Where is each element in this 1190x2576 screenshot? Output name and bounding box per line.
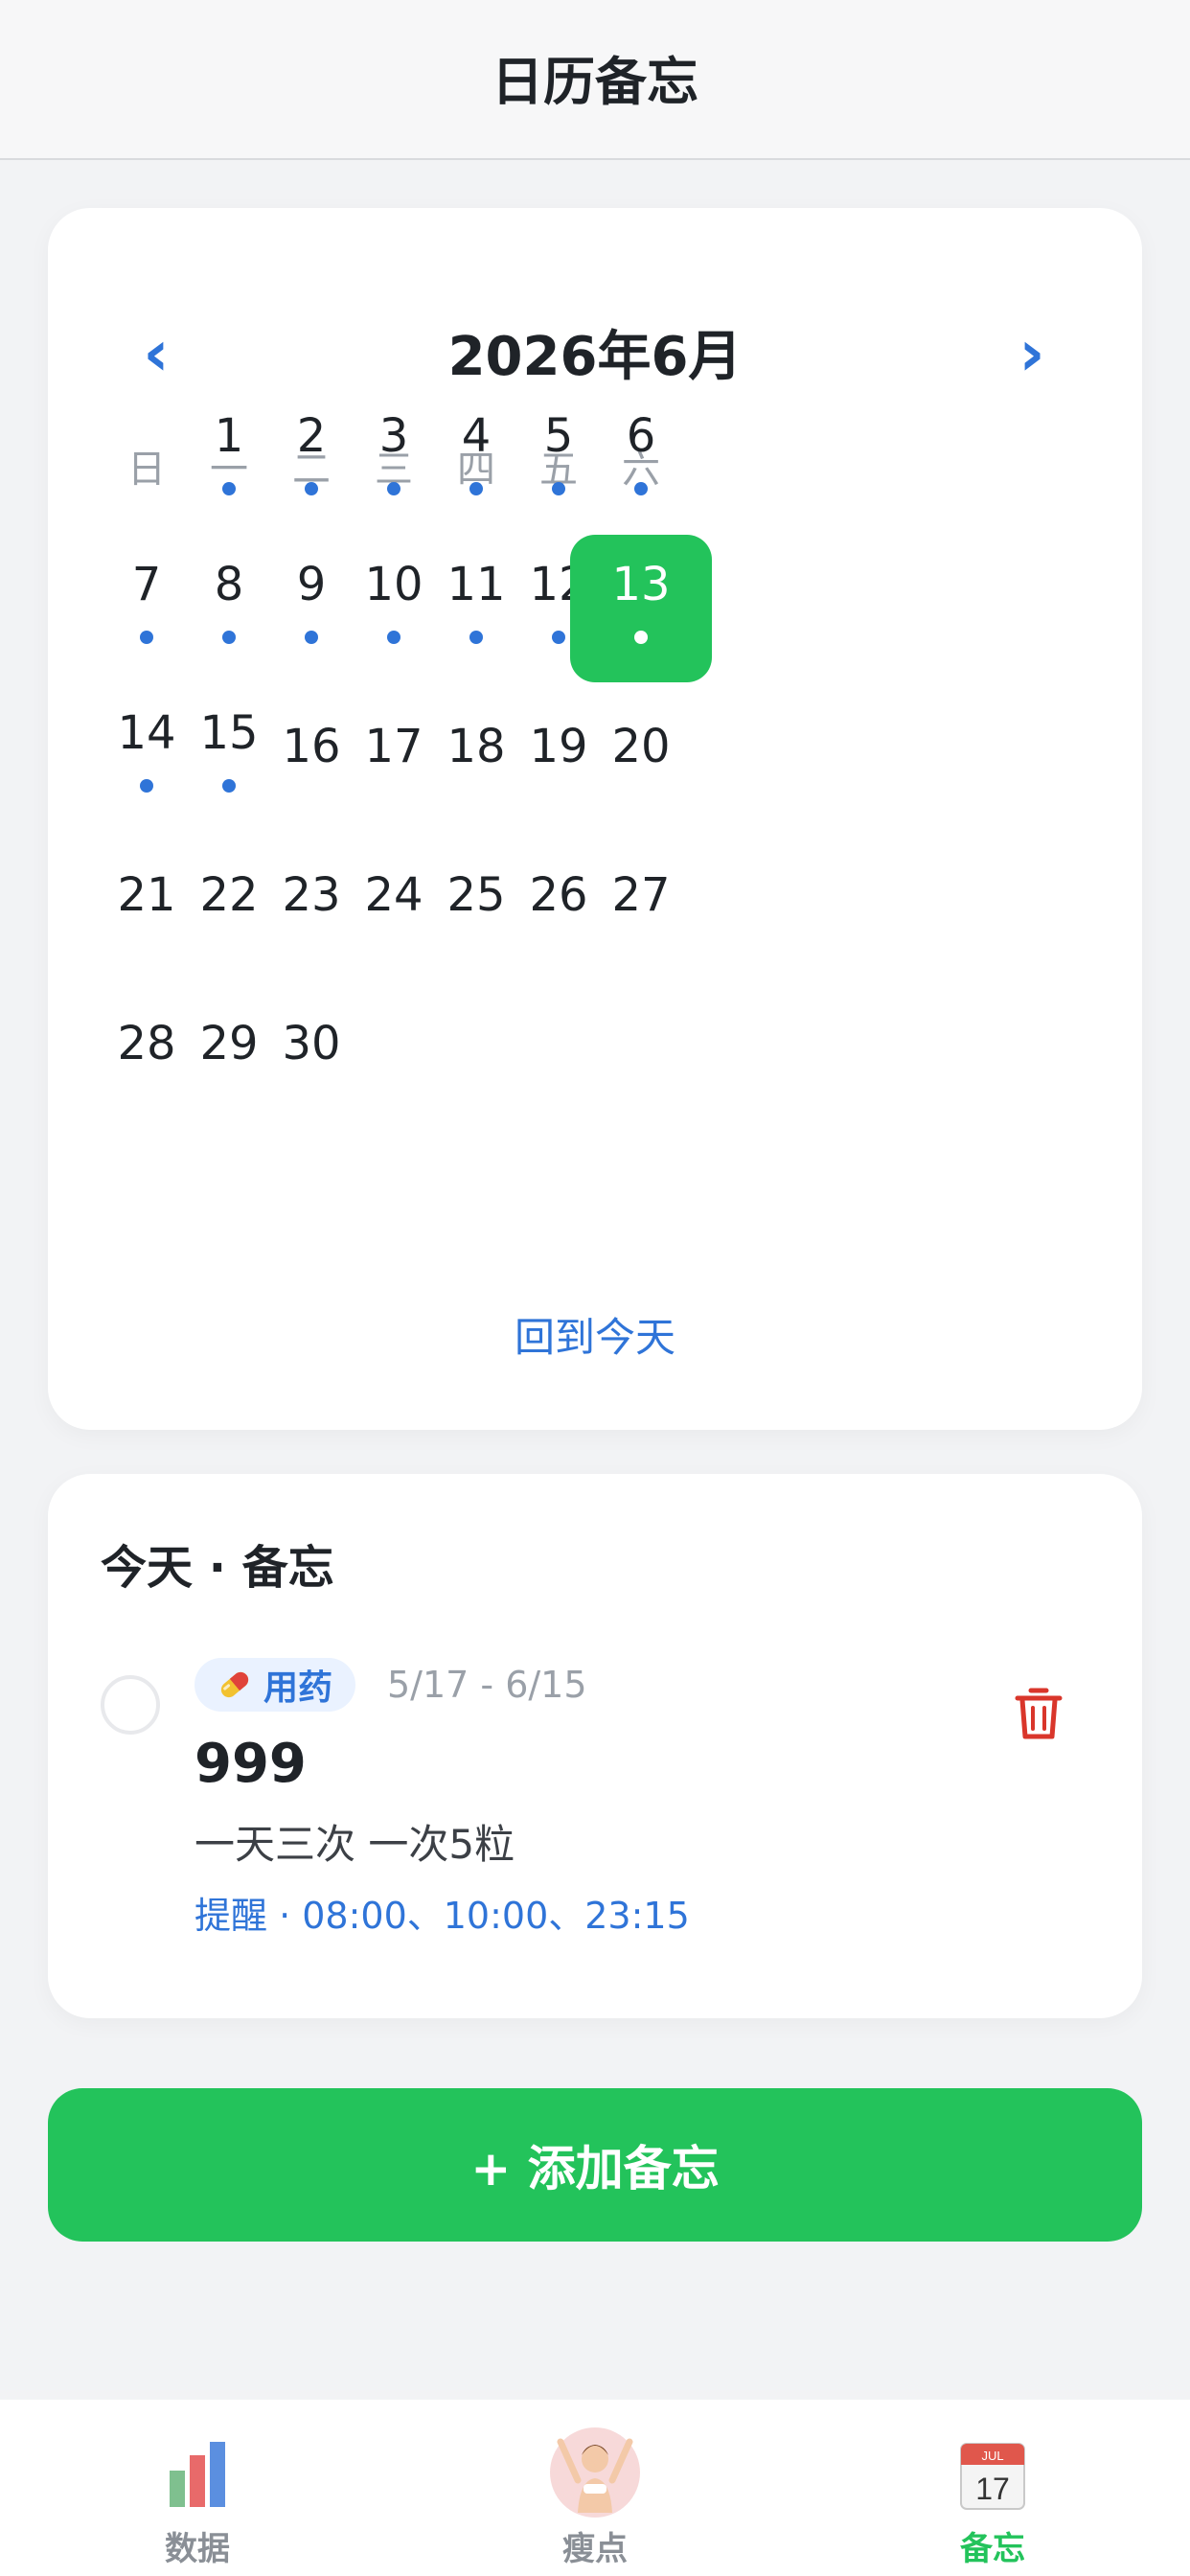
- add-memo-button[interactable]: + 添加备忘: [48, 2088, 1142, 2242]
- memo-card: 今天 · 备忘 用药 5/17 - 6/15 999 一天三次 一次5粒 提醒 …: [48, 1474, 1142, 2018]
- event-dot: [387, 631, 400, 644]
- tab-label: 瘦点: [562, 2530, 628, 2568]
- event-dot: [469, 482, 483, 495]
- tab-slim[interactable]: 瘦点: [451, 2400, 739, 2576]
- calendar-icon: JUL 17: [960, 2443, 1025, 2510]
- date-range: 5/17 - 6/15: [387, 1664, 587, 1706]
- calendar-day[interactable]: 6: [570, 386, 712, 534]
- trash-icon[interactable]: [1014, 1685, 1064, 1742]
- complete-checkbox[interactable]: [101, 1675, 160, 1735]
- page-title: 日历备忘: [492, 52, 698, 112]
- event-dot: [552, 631, 565, 644]
- tab-memo[interactable]: JUL 17 备忘: [849, 2400, 1136, 2576]
- top-bar: 日历备忘: [0, 0, 1190, 160]
- event-dot: [634, 631, 648, 644]
- calendar-card: ‹ 2026年6月 › 日一二三四五六 1 2 3 4 5 6 7 8 9 10 11 12 13 14 1…: [48, 208, 1142, 1430]
- bar-chart-icon: [170, 2442, 225, 2507]
- calendar-day[interactable]: 27: [570, 832, 712, 979]
- month-title: 2026年6月: [447, 326, 743, 388]
- event-dot: [222, 482, 236, 495]
- event-dot: [305, 482, 318, 495]
- avatar-icon: [550, 2427, 640, 2518]
- calendar-day[interactable]: 20: [570, 683, 712, 831]
- tab-label: 备忘: [960, 2530, 1025, 2568]
- event-dot: [469, 631, 483, 644]
- event-dot: [552, 482, 565, 495]
- event-dot: [140, 631, 153, 644]
- day-number: 20: [611, 720, 671, 773]
- chevron-right-icon[interactable]: ›: [998, 316, 1065, 390]
- event-dot: [140, 779, 153, 793]
- event-dot: [305, 631, 318, 644]
- day-number: 13: [611, 558, 671, 611]
- memo-item: 用药 5/17 - 6/15 999 一天三次 一次5粒 提醒 · 08:00、…: [48, 1618, 1142, 1982]
- event-dot: [222, 779, 236, 793]
- calendar-day[interactable]: 30: [240, 980, 382, 1128]
- memo-title: 999: [195, 1733, 307, 1795]
- event-dot: [387, 482, 400, 495]
- tab-data[interactable]: 数据: [54, 2400, 341, 2576]
- day-number: 30: [282, 1017, 341, 1070]
- category-tag: 用药: [195, 1658, 356, 1712]
- event-dot: [634, 482, 648, 495]
- calendar-day-selected[interactable]: 13: [570, 535, 712, 682]
- svg-text:17: 17: [975, 2472, 1010, 2506]
- svg-text:JUL: JUL: [981, 2449, 1003, 2463]
- tab-bar: 数据 瘦点 JUL 17 备忘: [0, 2400, 1190, 2576]
- pill-icon: [220, 1671, 249, 1698]
- category-label: 用药: [263, 1668, 333, 1708]
- day-number: 6: [626, 409, 656, 463]
- memo-description: 一天三次 一次5粒: [195, 1821, 515, 1868]
- tab-label: 数据: [165, 2530, 230, 2568]
- day-number: 27: [611, 868, 671, 922]
- back-to-today-link[interactable]: 回到今天: [48, 1305, 1142, 1364]
- event-dot: [222, 631, 236, 644]
- memo-reminder: 提醒 · 08:00、10:00、23:15: [195, 1895, 690, 1937]
- memo-heading: 今天 · 备忘: [101, 1541, 334, 1595]
